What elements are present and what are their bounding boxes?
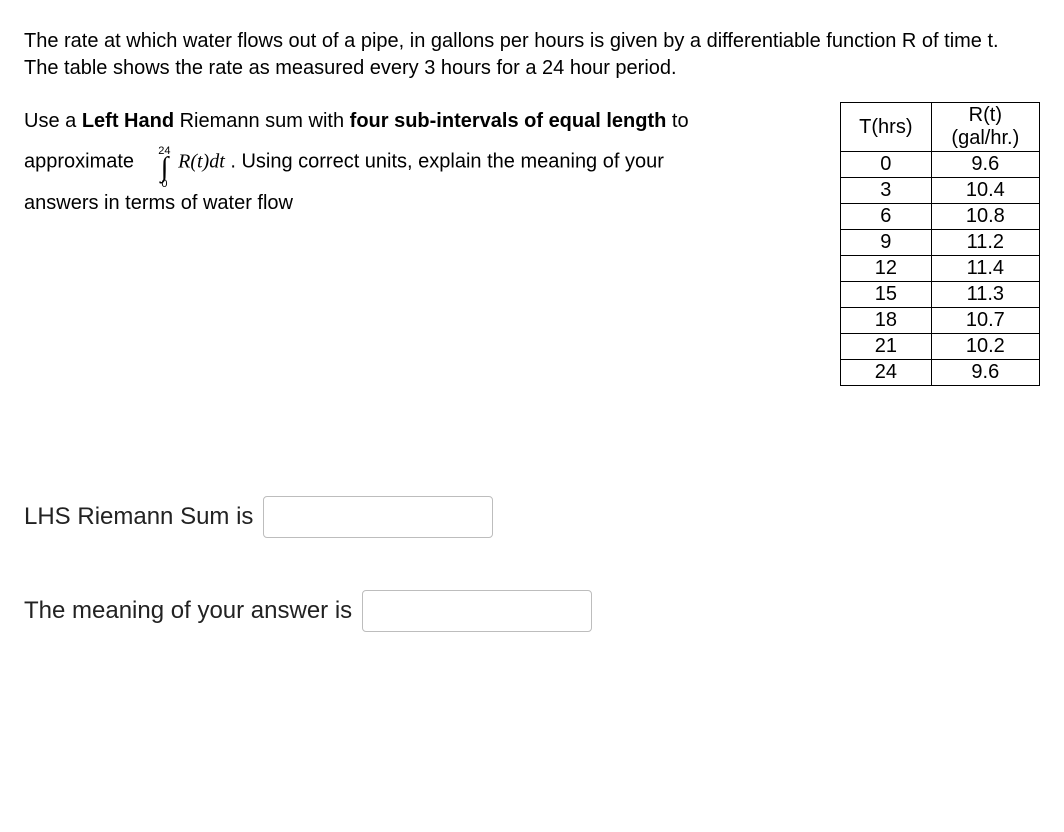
cell-t: 18 bbox=[841, 308, 932, 334]
cell-r: 9.6 bbox=[931, 152, 1039, 178]
cell-r: 9.6 bbox=[931, 360, 1039, 386]
table-row: 911.2 bbox=[841, 230, 1040, 256]
lhs-sum-input[interactable] bbox=[263, 496, 493, 538]
prompt-part1-mid: Riemann sum with bbox=[174, 110, 350, 132]
table-row: 2110.2 bbox=[841, 334, 1040, 360]
answers-section: LHS Riemann Sum is The meaning of your a… bbox=[24, 496, 1040, 632]
table-header-r-line2: (gal/hr.) bbox=[942, 127, 1029, 150]
cell-t: 15 bbox=[841, 282, 932, 308]
integral-lower: 0 bbox=[161, 179, 167, 190]
prompt-line-3: answers in terms of water flow bbox=[24, 184, 780, 222]
prompt-part1-end: to bbox=[666, 110, 688, 132]
cell-t: 0 bbox=[841, 152, 932, 178]
meaning-label: The meaning of your answer is bbox=[24, 597, 352, 625]
lhs-label: LHS Riemann Sum is bbox=[24, 503, 253, 531]
cell-r: 10.4 bbox=[931, 178, 1039, 204]
table-header-row: T(hrs) R(t) (gal/hr.) bbox=[841, 103, 1040, 152]
prompt-part1-bold2: four sub-intervals of equal length bbox=[350, 110, 667, 132]
cell-r: 11.3 bbox=[931, 282, 1039, 308]
cell-t: 21 bbox=[841, 334, 932, 360]
answer-line-2: The meaning of your answer is bbox=[24, 590, 1040, 632]
table-row: 310.4 bbox=[841, 178, 1040, 204]
cell-r: 10.2 bbox=[931, 334, 1039, 360]
prompt-part1-bold: Left Hand bbox=[82, 110, 174, 132]
data-table: T(hrs) R(t) (gal/hr.) 09.6 310.4 610.8 9… bbox=[840, 102, 1040, 386]
table-header-t: T(hrs) bbox=[841, 103, 932, 152]
table-row: 09.6 bbox=[841, 152, 1040, 178]
integral-expression: R(t)dt bbox=[178, 150, 225, 172]
integral-icon: 24 ∫ 0 bbox=[158, 146, 170, 190]
prompt-line-1: Use a Left Hand Riemann sum with four su… bbox=[24, 102, 780, 140]
cell-r: 11.4 bbox=[931, 256, 1039, 282]
cell-t: 12 bbox=[841, 256, 932, 282]
integral-sign-icon: ∫ bbox=[161, 157, 169, 179]
table-row: 610.8 bbox=[841, 204, 1040, 230]
prompt-line-2: approximate 24 ∫ 0 R(t)dt . Using correc… bbox=[24, 140, 780, 184]
table-header-r-line1: R(t) bbox=[942, 104, 1029, 127]
cell-t: 9 bbox=[841, 230, 932, 256]
answer-line-1: LHS Riemann Sum is bbox=[24, 496, 1040, 538]
main-row: Use a Left Hand Riemann sum with four su… bbox=[24, 102, 1040, 386]
prompt-part2-post: . Using correct units, explain the meani… bbox=[230, 150, 664, 172]
problem-prompt: Use a Left Hand Riemann sum with four su… bbox=[24, 102, 780, 222]
cell-t: 24 bbox=[841, 360, 932, 386]
table-row: 249.6 bbox=[841, 360, 1040, 386]
table-row: 1810.7 bbox=[841, 308, 1040, 334]
cell-t: 3 bbox=[841, 178, 932, 204]
prompt-part1-pre: Use a bbox=[24, 110, 82, 132]
prompt-part2-pre: approximate bbox=[24, 150, 134, 172]
cell-t: 6 bbox=[841, 204, 932, 230]
table-header-r: R(t) (gal/hr.) bbox=[931, 103, 1039, 152]
table-row: 1511.3 bbox=[841, 282, 1040, 308]
table-row: 1211.4 bbox=[841, 256, 1040, 282]
cell-r: 10.8 bbox=[931, 204, 1039, 230]
meaning-input[interactable] bbox=[362, 590, 592, 632]
problem-intro: The rate at which water flows out of a p… bbox=[24, 28, 1024, 82]
cell-r: 11.2 bbox=[931, 230, 1039, 256]
cell-r: 10.7 bbox=[931, 308, 1039, 334]
